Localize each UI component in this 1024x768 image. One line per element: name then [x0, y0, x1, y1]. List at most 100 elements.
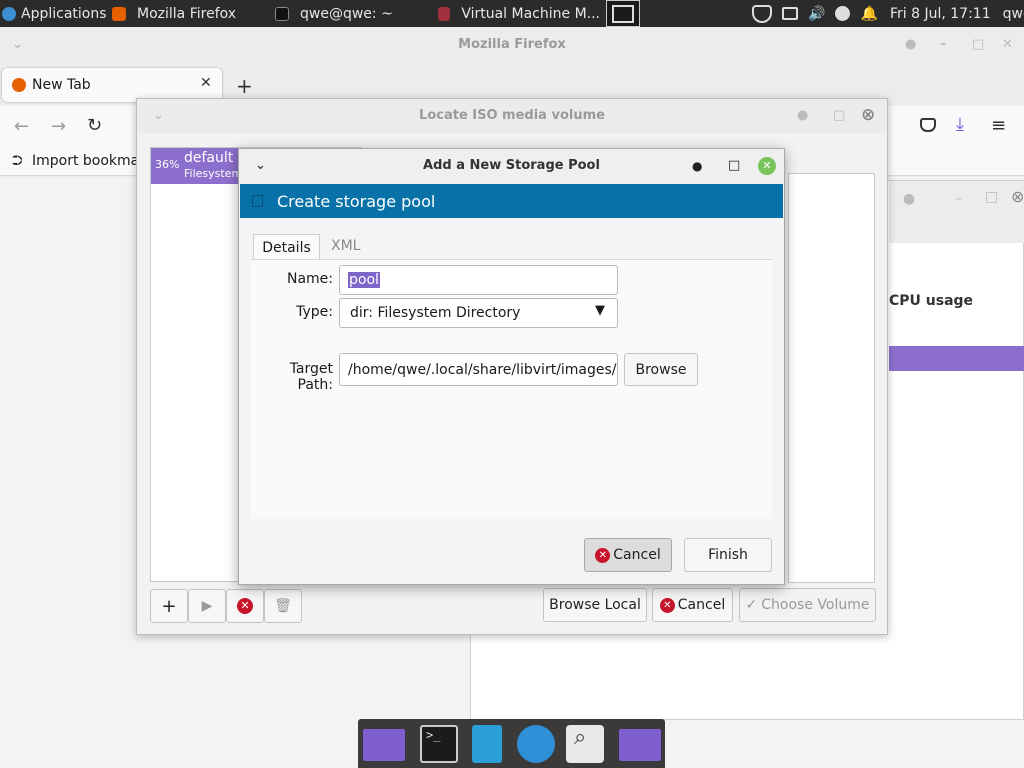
name-label: Name:	[286, 271, 333, 287]
dialog-maximize-icon[interactable]: □	[728, 149, 740, 183]
start-pool-button[interactable]: ▶	[188, 589, 226, 623]
plus-icon: +	[161, 595, 177, 617]
taskbar-item-firefox[interactable]: Mozilla Firefox	[110, 0, 265, 27]
taskbar-label-terminal: qwe@qwe: ~	[300, 5, 393, 22]
maximize-icon[interactable]: □	[972, 27, 984, 63]
notification-bell-icon[interactable]: 🔔	[860, 6, 877, 22]
dialog-titlebar: Add a New Storage Pool ⌄ ● □ ✕	[239, 149, 784, 183]
dialog-cancel-label: Cancel	[613, 547, 661, 563]
target-path-label: Target Path:	[289, 361, 333, 393]
top-panel: Applications Mozilla Firefox qwe@qwe: ~ …	[0, 0, 1024, 27]
back-arrow-icon[interactable]: ←	[14, 116, 29, 137]
tab-xml-label: XML	[331, 238, 361, 254]
applications-label: Applications	[21, 5, 107, 22]
new-tab-plus-icon[interactable]: +	[236, 74, 253, 98]
web-browser-globe-icon[interactable]	[517, 725, 555, 763]
import-icon: ⮊	[12, 153, 23, 169]
terminal-dock-icon[interactable]: >_	[420, 725, 458, 763]
add-pool-button[interactable]: +	[150, 589, 188, 623]
power-icon[interactable]	[835, 6, 851, 21]
close-icon[interactable]: ✕	[1002, 27, 1013, 63]
vmm-maximize-icon[interactable]: □	[985, 189, 998, 205]
import-bookmarks-link[interactable]: Import bookma	[32, 153, 139, 169]
taskbar-label-virt-manager: Virtual Machine M...	[461, 5, 600, 22]
tab-details[interactable]: Details	[253, 234, 320, 260]
iso-window-menu-icon[interactable]: ⌄	[153, 99, 164, 133]
dialog-header-text: Create storage pool	[277, 191, 436, 211]
downloads-icon[interactable]: ⤓	[956, 114, 964, 135]
iso-cancel-label: Cancel	[677, 597, 726, 613]
taskbar-item-terminal[interactable]: qwe@qwe: ~	[275, 0, 425, 27]
volume-icon[interactable]: 🔊	[808, 6, 825, 22]
play-icon: ▶	[201, 598, 213, 614]
tab-label: New Tab	[32, 77, 91, 93]
window-menu-chevron-icon[interactable]: ⌄	[12, 27, 23, 63]
vmm-minimize-icon[interactable]: –	[955, 191, 962, 207]
forward-arrow-icon[interactable]: →	[51, 116, 66, 137]
vmm-close-icon[interactable]: ⊗	[1011, 187, 1024, 206]
stop-icon: ✕	[237, 598, 253, 614]
vmm-titlebar: ● – □ ⊗	[889, 181, 1024, 243]
tab-details-label: Details	[262, 239, 311, 256]
firefox-tab-icon	[12, 78, 26, 92]
vmm-cpu-usage-header[interactable]: CPU usage	[889, 293, 973, 309]
iso-cancel-button[interactable]: ✕ Cancel	[652, 588, 733, 622]
vmm-selected-row[interactable]	[889, 346, 1024, 371]
tab-xml[interactable]: XML	[331, 238, 360, 254]
iso-close-icon[interactable]: ⊗	[861, 98, 875, 132]
browse-local-button[interactable]: Browse Local	[543, 588, 647, 622]
finish-button[interactable]: Finish	[684, 538, 772, 572]
pool-name: default	[184, 150, 234, 166]
dialog-cancel-button[interactable]: ✕ Cancel	[584, 538, 672, 572]
browse-local-label: Browse Local	[549, 597, 641, 613]
iso-dot-icon[interactable]: ●	[797, 99, 808, 133]
dialog-dot-icon[interactable]: ●	[692, 149, 702, 183]
cancel-x-icon: ✕	[659, 597, 675, 613]
reload-icon[interactable]: ↻	[87, 115, 102, 136]
applications-menu[interactable]: Applications	[2, 0, 108, 27]
browse-button[interactable]: Browse	[624, 353, 698, 386]
taskbar-label-firefox: Mozilla Firefox	[137, 5, 237, 22]
delete-pool-button[interactable]: 🗑	[264, 589, 302, 623]
storage-pool-icon	[252, 195, 263, 207]
search-icon[interactable]: ⌕	[566, 725, 604, 763]
minimize-icon[interactable]: –	[940, 27, 947, 63]
taskbar-item-active[interactable]	[606, 0, 640, 27]
tab-new-tab[interactable]: New Tab ✕	[2, 68, 222, 102]
files-folder-icon[interactable]	[363, 729, 405, 761]
file-manager-icon[interactable]	[472, 725, 502, 763]
applications-icon	[2, 6, 16, 21]
dialog-header-banner: Create storage pool	[240, 184, 783, 218]
display-icon[interactable]	[782, 7, 798, 20]
minimize-dot-icon[interactable]: ●	[905, 27, 916, 63]
target-path-field[interactable]: /home/qwe/.local/share/libvirt/images/pc	[339, 353, 618, 386]
name-value: pool	[348, 272, 380, 288]
taskbar-item-virt-manager[interactable]: Virtual Machine M...	[438, 0, 600, 27]
type-select[interactable]: dir: Filesystem Directory ▼	[339, 298, 618, 328]
name-field[interactable]: pool	[339, 265, 618, 295]
dock: >_ ⌕	[358, 719, 665, 768]
firefox-title: Mozilla Firefox	[458, 37, 566, 52]
stop-pool-button[interactable]: ✕	[226, 589, 264, 623]
check-icon: ✓	[745, 597, 758, 613]
type-value: dir: Filesystem Directory	[350, 305, 521, 321]
vmm-dot-icon[interactable]: ●	[903, 191, 915, 207]
tab-close-icon[interactable]: ✕	[200, 75, 212, 91]
window-icon	[612, 4, 634, 23]
volume-list	[788, 173, 875, 583]
terminal-icon	[275, 6, 289, 21]
dialog-close-icon[interactable]: ✕	[758, 157, 776, 175]
shield-icon[interactable]	[752, 4, 772, 23]
clock[interactable]: Fri 8 Jul, 17:11 qwe	[890, 0, 1024, 27]
menu-hamburger-icon[interactable]: ≡	[991, 115, 1006, 136]
iso-maximize-icon[interactable]: □	[833, 99, 845, 133]
pocket-icon[interactable]	[920, 118, 936, 132]
finish-label: Finish	[708, 547, 748, 563]
clock-label: Fri 8 Jul, 17:11	[890, 5, 991, 22]
dialog-title: Add a New Storage Pool	[423, 158, 600, 173]
folder-icon[interactable]	[619, 729, 661, 761]
dialog-menu-chevron-icon[interactable]: ⌄	[255, 149, 266, 183]
choose-volume-label: Choose Volume	[761, 597, 870, 613]
user-label: qwe	[1002, 5, 1024, 22]
choose-volume-button[interactable]: ✓ Choose Volume	[739, 588, 876, 622]
